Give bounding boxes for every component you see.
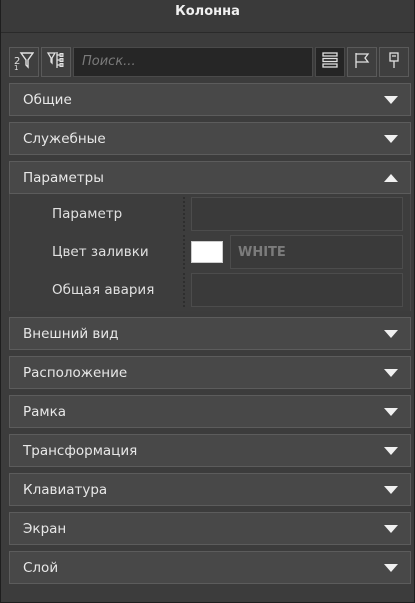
section-label: Рамка <box>23 403 67 420</box>
section-label: Трансформация <box>23 442 138 459</box>
flag-icon <box>353 51 371 73</box>
section-label: Параметры <box>23 169 104 186</box>
section-location[interactable]: Расположение <box>9 356 411 389</box>
list-view-icon <box>321 51 339 73</box>
section-general[interactable]: Общие <box>9 83 411 116</box>
properties-panel: Колонна 2 1 Поиск... Общие Служебные Пар… <box>0 0 415 603</box>
tree-filter-icon <box>46 50 66 74</box>
property-label: Параметр <box>10 197 185 231</box>
toolbar: 2 1 <box>9 45 409 78</box>
property-row-alarm: Общая авария <box>10 271 410 309</box>
section-label: Расположение <box>23 364 128 381</box>
filter-sort-button[interactable]: 2 1 <box>9 46 39 77</box>
parameters-body: Параметр Цвет заливки WHITE Общая авария <box>9 194 411 311</box>
property-label: Общая авария <box>10 273 185 307</box>
section-keyboard[interactable]: Клавиатура <box>9 473 411 506</box>
param-value-field[interactable] <box>191 197 403 231</box>
pin-button[interactable] <box>379 46 409 77</box>
filter-sort-icon: 2 1 <box>14 50 35 74</box>
property-row-fill-color: Цвет заливки WHITE <box>10 233 410 271</box>
flag-button[interactable] <box>347 46 377 77</box>
color-swatch[interactable] <box>191 241 223 263</box>
section-parameters[interactable]: Параметры <box>9 161 411 194</box>
fill-color-field[interactable]: WHITE <box>191 235 403 269</box>
list-view-button[interactable] <box>315 46 345 77</box>
fill-color-value[interactable]: WHITE <box>230 235 403 269</box>
section-label: Общие <box>23 91 72 108</box>
section-transformation[interactable]: Трансформация <box>9 434 411 467</box>
property-sections: Общие Служебные Параметры Параметр Цвет … <box>9 83 411 590</box>
panel-title: Колонна <box>1 0 414 33</box>
section-layer[interactable]: Слой <box>9 551 411 584</box>
chevron-down-icon <box>384 446 398 455</box>
chevron-down-icon <box>384 368 398 377</box>
section-label: Слой <box>23 559 59 576</box>
section-service[interactable]: Служебные <box>9 122 411 155</box>
chevron-down-icon <box>384 485 398 494</box>
section-appearance[interactable]: Внешний вид <box>9 317 411 350</box>
chevron-down-icon <box>384 134 398 143</box>
search-input[interactable] <box>73 46 313 77</box>
chevron-down-icon <box>384 329 398 338</box>
chevron-down-icon <box>384 563 398 572</box>
property-row-param: Параметр <box>10 195 410 233</box>
section-frame[interactable]: Рамка <box>9 395 411 428</box>
section-label: Служебные <box>23 130 106 147</box>
section-screen[interactable]: Экран <box>9 512 411 545</box>
chevron-up-icon <box>384 173 398 182</box>
chevron-down-icon <box>384 524 398 533</box>
svg-text:1: 1 <box>14 64 18 70</box>
pin-icon <box>385 51 403 73</box>
alarm-value-field[interactable] <box>191 273 403 307</box>
tree-filter-button[interactable] <box>41 46 71 77</box>
chevron-down-icon <box>384 95 398 104</box>
property-label: Цвет заливки <box>10 235 185 269</box>
chevron-down-icon <box>384 407 398 416</box>
section-label: Внешний вид <box>23 325 119 342</box>
section-label: Экран <box>23 520 67 537</box>
section-label: Клавиатура <box>23 481 108 498</box>
